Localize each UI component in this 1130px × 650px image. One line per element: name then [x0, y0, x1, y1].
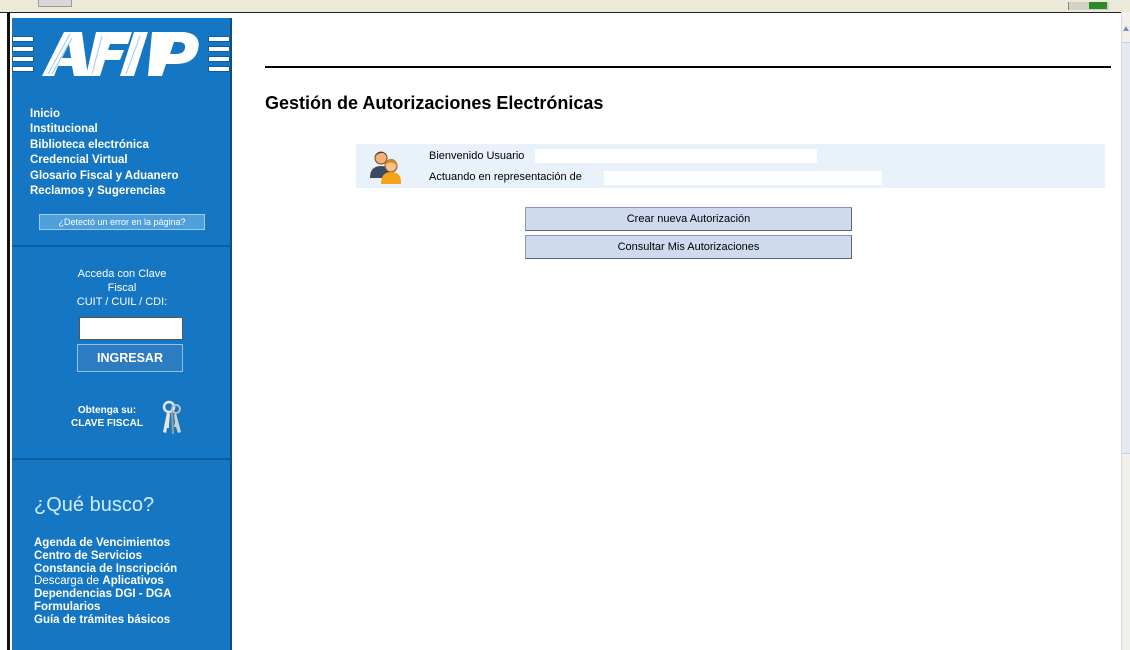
- link-aplicativos: Aplicativos: [102, 575, 164, 588]
- link-agenda[interactable]: Agenda de Vencimientos: [34, 537, 177, 550]
- link-centro-servicios[interactable]: Centro de Servicios: [34, 550, 177, 563]
- nav-inicio[interactable]: Inicio: [30, 107, 178, 122]
- afip-logo[interactable]: [12, 18, 230, 88]
- link-formularios[interactable]: Formularios: [34, 601, 177, 614]
- consult-authorizations-button[interactable]: Consultar Mis Autorizaciones: [525, 235, 852, 259]
- link-dependencias[interactable]: Dependencias DGI - DGA: [34, 588, 177, 601]
- nav-glosario[interactable]: Glosario Fiscal y Aduanero: [30, 169, 178, 184]
- sidebar-divider-2: [12, 458, 230, 460]
- scrollbar-thumb[interactable]: [1122, 42, 1130, 454]
- status-indicator-icon: [1089, 2, 1107, 9]
- welcome-user-label: Bienvenido Usuario: [429, 150, 525, 162]
- sidebar-nav: Inicio Institucional Biblioteca electrón…: [30, 107, 178, 199]
- cuit-label: CUIT / CUIL / CDI:: [76, 296, 168, 308]
- window-left-border: [7, 12, 10, 650]
- browser-tab-stub[interactable]: [38, 0, 72, 7]
- header-rule: [265, 66, 1111, 68]
- browser-top-strip: [0, 0, 1130, 13]
- nav-biblioteca[interactable]: Biblioteca electrónica: [30, 138, 178, 153]
- login-prompt: Acceda con Clave Fiscal CUIT / CUIL / CD…: [40, 267, 204, 309]
- cuit-input[interactable]: [79, 317, 183, 340]
- obtenga-clave-link[interactable]: Obtenga su: CLAVE FISCAL: [62, 404, 152, 430]
- link-guia-tramites[interactable]: Guía de trámites básicos: [34, 614, 177, 627]
- redacted-representation: [604, 171, 882, 185]
- sidebar: Inicio Institucional Biblioteca electrón…: [12, 18, 230, 650]
- users-icon: [370, 151, 401, 184]
- link-descarga-aplicativos[interactable]: Descarga de Aplicativos: [34, 575, 177, 588]
- nav-reclamos[interactable]: Reclamos y Sugerencias: [30, 184, 178, 199]
- ingresar-button[interactable]: INGRESAR: [77, 344, 183, 372]
- welcome-panel: Bienvenido Usuario Actuando en represent…: [356, 144, 1105, 188]
- sidebar-right-border: [230, 18, 232, 650]
- sidebar-divider: [12, 245, 230, 247]
- nav-institucional[interactable]: Institucional: [30, 122, 178, 137]
- report-error-link[interactable]: ¿Detectó un error en la página?: [39, 214, 205, 230]
- keys-icon[interactable]: [160, 400, 184, 436]
- obtenga-line2: CLAVE FISCAL: [70, 418, 144, 429]
- que-busco-heading: ¿Qué busco?: [34, 494, 155, 516]
- vertical-scrollbar[interactable]: [1121, 12, 1130, 650]
- link-constancia[interactable]: Constancia de Inscripción: [34, 563, 177, 576]
- link-descarga-prefix: Descarga de: [34, 575, 103, 588]
- page-title: Gestión de Autorizaciones Electrónicas: [265, 93, 604, 113]
- login-prompt-line1: Acceda con Clave: [77, 268, 167, 280]
- login-prompt-line2: Fiscal: [107, 282, 137, 294]
- quick-links: Agenda de Vencimientos Centro de Servici…: [34, 537, 177, 627]
- create-authorization-button[interactable]: Crear nueva Autorización: [525, 207, 852, 231]
- nav-credencial[interactable]: Credencial Virtual: [30, 153, 178, 168]
- browser-toolbar-corner: [1068, 2, 1109, 10]
- representation-label: Actuando en representación de: [429, 171, 582, 183]
- scroll-up-arrow-icon[interactable]: [1123, 26, 1129, 31]
- redacted-user-name: [535, 149, 817, 163]
- obtenga-line1: Obtenga su:: [77, 405, 137, 416]
